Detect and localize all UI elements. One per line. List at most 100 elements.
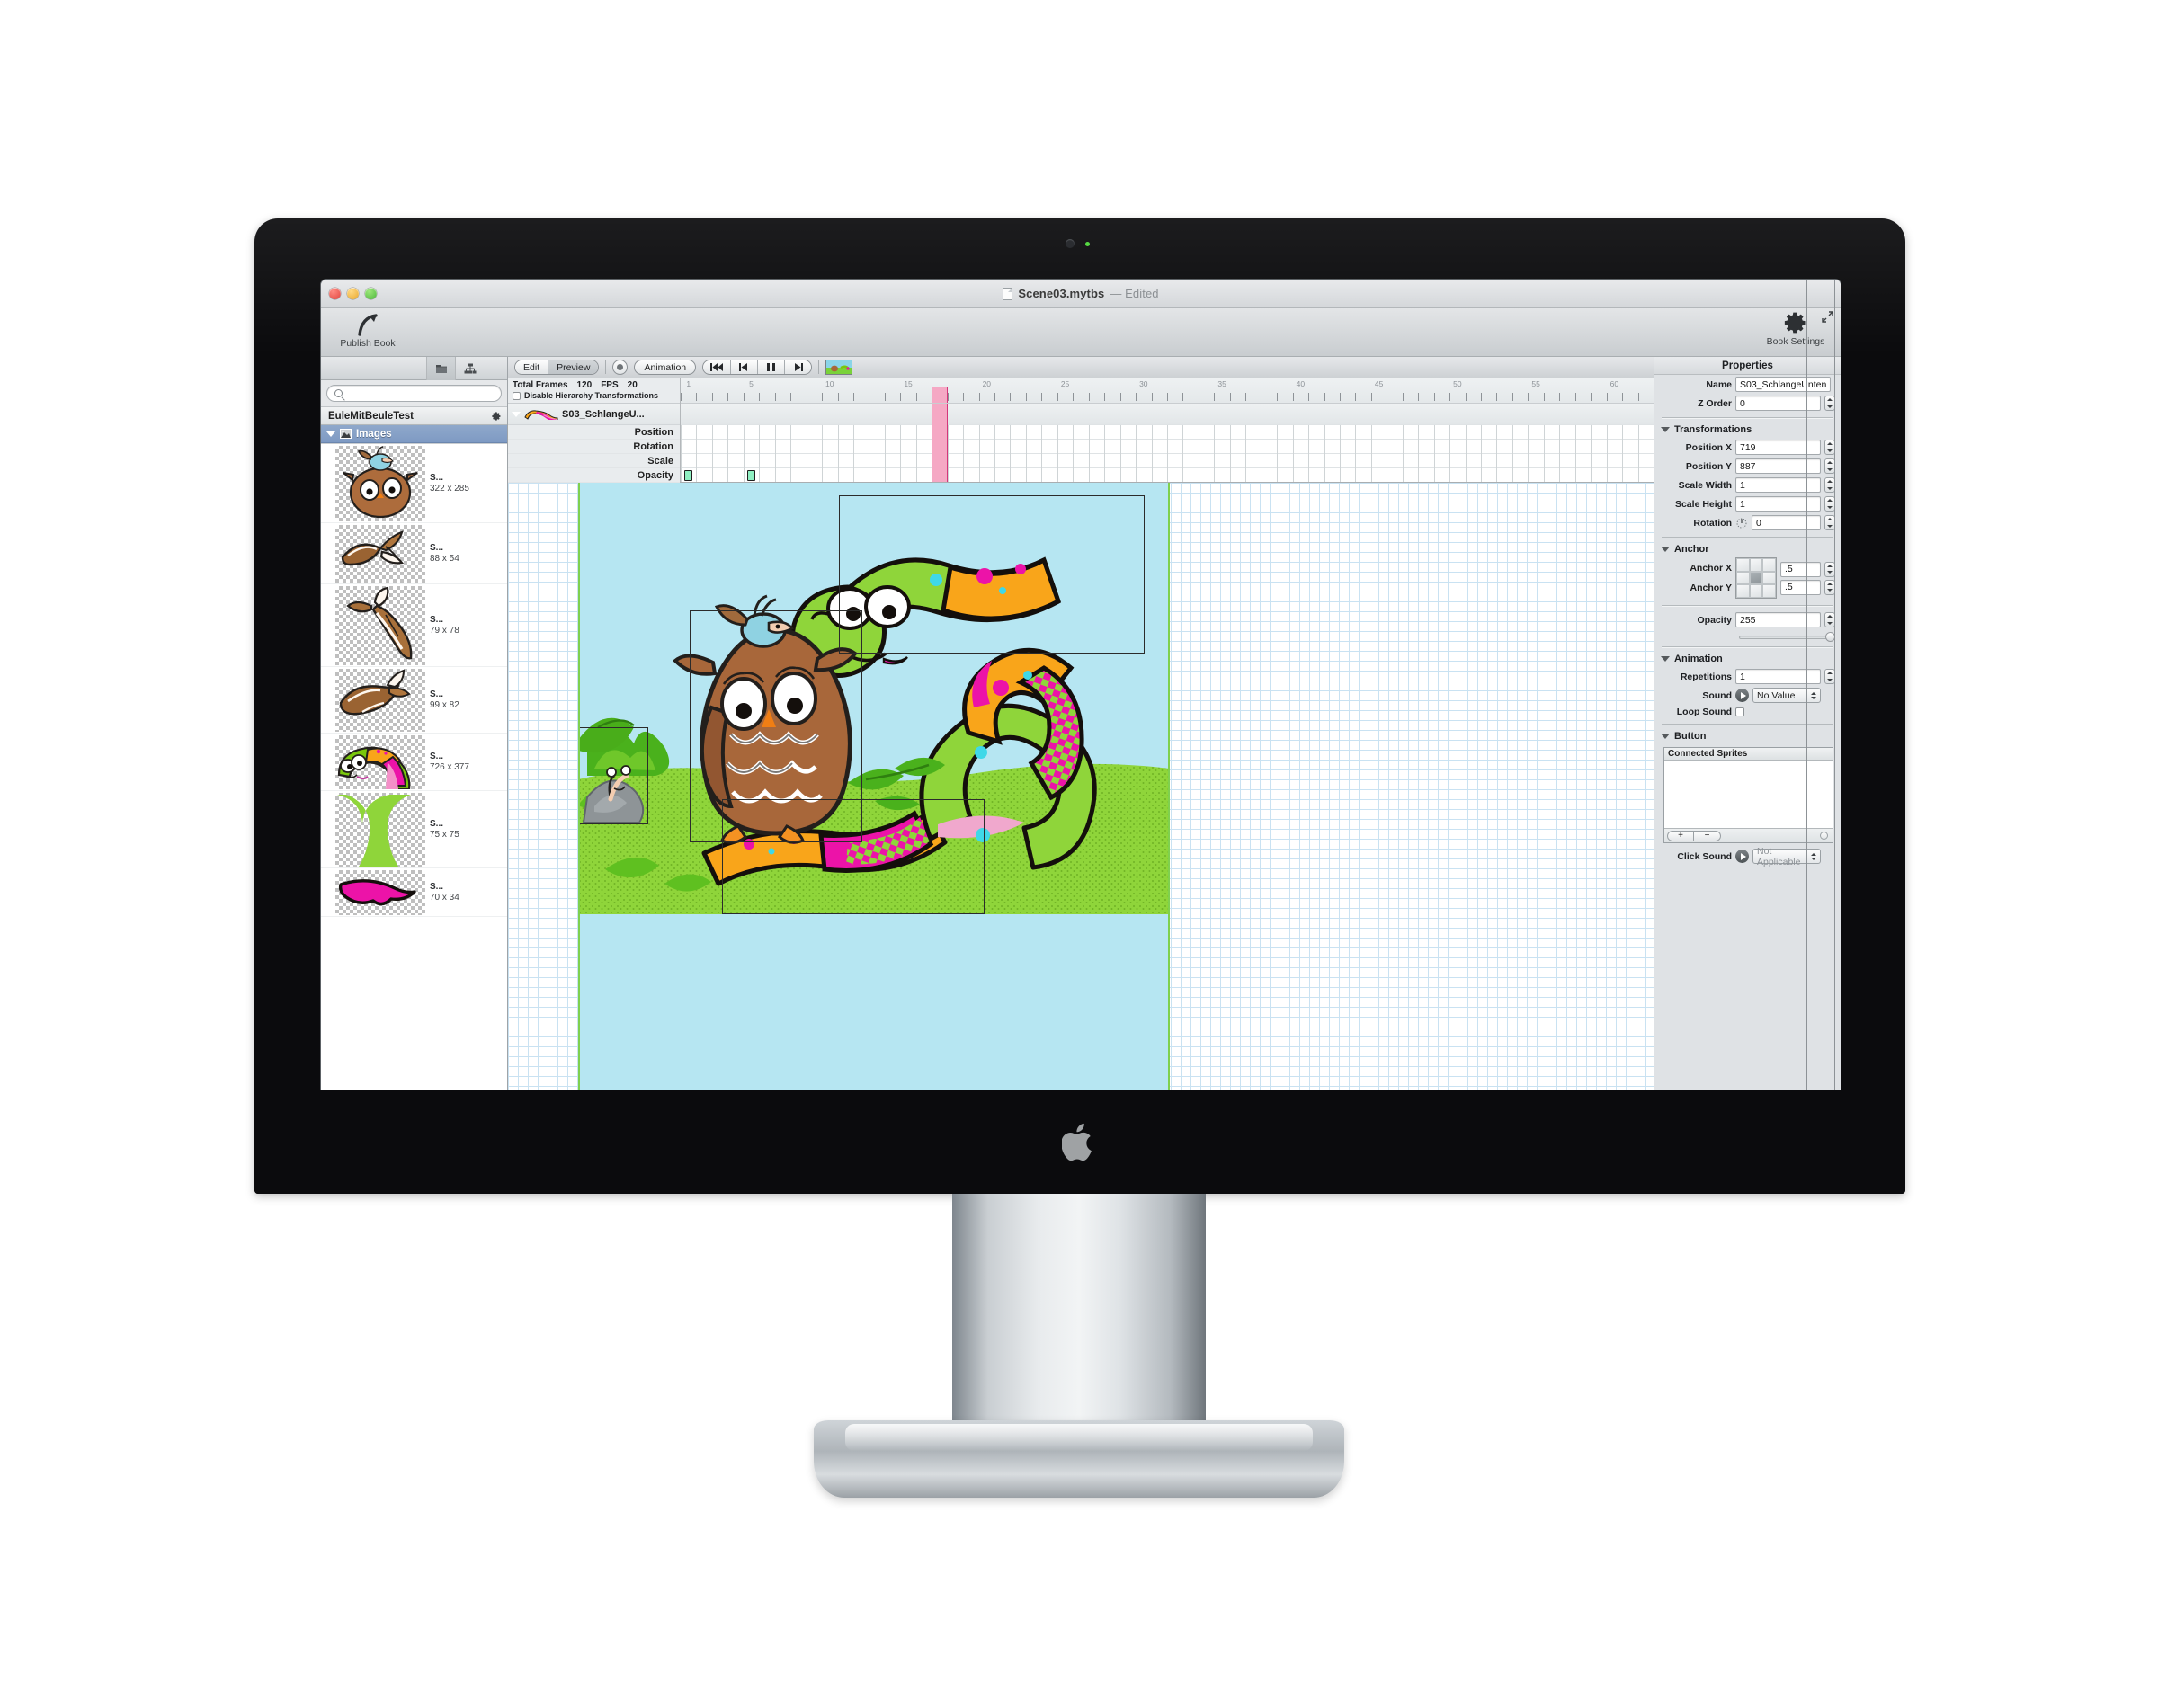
play-sound-icon[interactable]	[1735, 689, 1749, 702]
pause-button[interactable]	[757, 360, 785, 374]
playhead-ruler[interactable]	[932, 387, 948, 403]
anchor-cell-tr[interactable]	[1762, 558, 1776, 572]
tab-preview[interactable]: Preview	[548, 360, 599, 374]
grid-line	[1073, 425, 1075, 482]
step-forward-button[interactable]	[784, 360, 812, 374]
main-toolbar: Publish Book Book Settings	[321, 308, 1841, 357]
ruler-tick	[1622, 393, 1624, 401]
keyframe-marker[interactable]	[684, 470, 693, 481]
tab-edit[interactable]: Edit	[515, 360, 548, 374]
add-sprite-button[interactable]: +	[1667, 830, 1694, 841]
list-item[interactable]: S... 99 x 82	[321, 667, 507, 734]
anchor-cell-bc[interactable]	[1749, 584, 1763, 598]
grid-line	[963, 425, 965, 482]
window-traffic-lights[interactable]	[329, 288, 377, 299]
asset-thumbnail	[335, 445, 425, 521]
playhead[interactable]	[932, 404, 948, 482]
search-input[interactable]	[347, 388, 494, 398]
publish-book-button[interactable]: Publish Book	[326, 312, 409, 349]
images-group-row[interactable]: Images	[321, 425, 507, 443]
mode-segmented-control[interactable]: Edit Preview	[514, 360, 600, 375]
animation-button[interactable]: Animation	[634, 360, 697, 375]
disable-hierarchy-checkbox[interactable]	[513, 391, 521, 400]
timeline: Total Frames 120 FPS 20 Disable Hierarch…	[508, 378, 1654, 483]
timeline-prop-opacity[interactable]: Opacity	[508, 468, 680, 483]
asset-name: S...	[430, 819, 444, 829]
project-header[interactable]: EuleMitBeuleTest	[321, 406, 507, 425]
grid-line	[852, 425, 854, 482]
chevron-down-icon[interactable]	[1661, 427, 1670, 432]
tab-assets-folder[interactable]	[426, 356, 455, 380]
search-field[interactable]	[326, 385, 502, 402]
asset-meta: S... 726 x 377	[430, 752, 469, 772]
anchor-cell-br[interactable]	[1762, 584, 1776, 598]
scene-thumbnail-button[interactable]	[825, 360, 853, 375]
step-back-button[interactable]	[730, 360, 758, 374]
list-item[interactable]: S... 70 x 34	[321, 868, 507, 917]
selection-box-snake-tail[interactable]	[722, 799, 985, 914]
record-button[interactable]	[612, 360, 629, 375]
canvas-area[interactable]	[508, 483, 1654, 1128]
anchor-cell-mr[interactable]	[1762, 571, 1776, 585]
asset-dimensions: 322 x 285	[430, 483, 469, 494]
selection-box-snail[interactable]	[578, 727, 648, 824]
fps-value[interactable]: 20	[628, 380, 638, 390]
chevron-down-icon[interactable]	[1661, 734, 1670, 739]
fps-label: FPS	[601, 380, 619, 390]
rotation-label: Rotation	[1693, 517, 1732, 529]
loop-sound-checkbox[interactable]	[1735, 707, 1744, 716]
anchor-cell-tc[interactable]	[1749, 558, 1763, 572]
timeline-grid[interactable]	[681, 404, 1654, 482]
assets-panel: EuleMitBeuleTest Images S... 322 x 285 S…	[321, 356, 508, 1128]
scale-height-label: Scale Height	[1674, 498, 1732, 510]
ruler-label: 45	[1374, 379, 1384, 388]
timeline-tracks[interactable]: 1 5 10 15 20 25 30 35 40 45 50 55 60	[681, 378, 1654, 482]
timeline-ruler[interactable]: 1 5 10 15 20 25 30 35 40 45 50 55 60	[681, 378, 1654, 404]
keyframe-marker[interactable]	[747, 470, 756, 481]
total-frames-value[interactable]: 120	[577, 380, 593, 390]
chevron-down-icon[interactable]	[1661, 547, 1670, 552]
grid-line	[900, 425, 902, 482]
anchor-picker[interactable]	[1735, 557, 1777, 599]
close-button[interactable]	[329, 288, 341, 299]
anchor-cell-ml[interactable]	[1736, 571, 1750, 585]
divider	[605, 360, 607, 374]
minimize-button[interactable]	[347, 288, 359, 299]
list-item[interactable]: S... 75 x 75	[321, 791, 507, 868]
chevron-down-icon[interactable]	[1661, 656, 1670, 662]
panel-visibility-toggle[interactable]	[1806, 280, 1835, 1126]
list-item[interactable]: S... 726 x 377	[321, 734, 507, 791]
timeline-track-row[interactable]	[681, 404, 1654, 425]
list-item[interactable]: S... 88 x 54	[321, 523, 507, 584]
ruler-tick	[1324, 393, 1325, 401]
ruler-tick	[743, 393, 745, 401]
transport-controls[interactable]	[702, 360, 813, 375]
timeline-prop-position[interactable]: Position	[508, 425, 680, 440]
tab-hierarchy[interactable]	[455, 356, 484, 380]
chevron-down-icon[interactable]	[512, 411, 521, 417]
timeline-prop-scale[interactable]: Scale	[508, 454, 680, 468]
asset-thumbnail	[335, 585, 425, 665]
ruler-tick	[852, 393, 854, 401]
play-click-sound-icon[interactable]	[1735, 850, 1749, 863]
anchor-cell-tl[interactable]	[1736, 558, 1750, 572]
list-item[interactable]: S... 79 x 78	[321, 584, 507, 667]
asset-list[interactable]: S... 322 x 285 S... 88 x 54 S... 79 x 78…	[321, 443, 507, 1115]
chevron-down-icon[interactable]	[326, 431, 335, 437]
anchor-cell-center[interactable]	[1749, 571, 1763, 585]
rotation-dial-icon[interactable]	[1735, 517, 1748, 529]
project-gear-icon[interactable]	[491, 411, 502, 422]
rewind-to-start-button[interactable]	[703, 360, 731, 374]
anchor-cell-bl[interactable]	[1736, 584, 1750, 598]
zoom-button[interactable]	[365, 288, 377, 299]
timeline-track-header[interactable]: S03_SchlangeU...	[508, 404, 680, 425]
list-item[interactable]: S... 322 x 285	[321, 444, 507, 523]
grid-line	[1559, 425, 1561, 482]
ruler-tick	[1073, 393, 1075, 401]
remove-sprite-button[interactable]: −	[1694, 830, 1721, 841]
selection-box-snake-head[interactable]	[839, 495, 1145, 654]
grid-line	[1010, 425, 1012, 482]
timeline-prop-rotation[interactable]: Rotation	[508, 440, 680, 454]
images-icon	[340, 429, 352, 439]
artboard[interactable]	[578, 483, 1170, 1128]
